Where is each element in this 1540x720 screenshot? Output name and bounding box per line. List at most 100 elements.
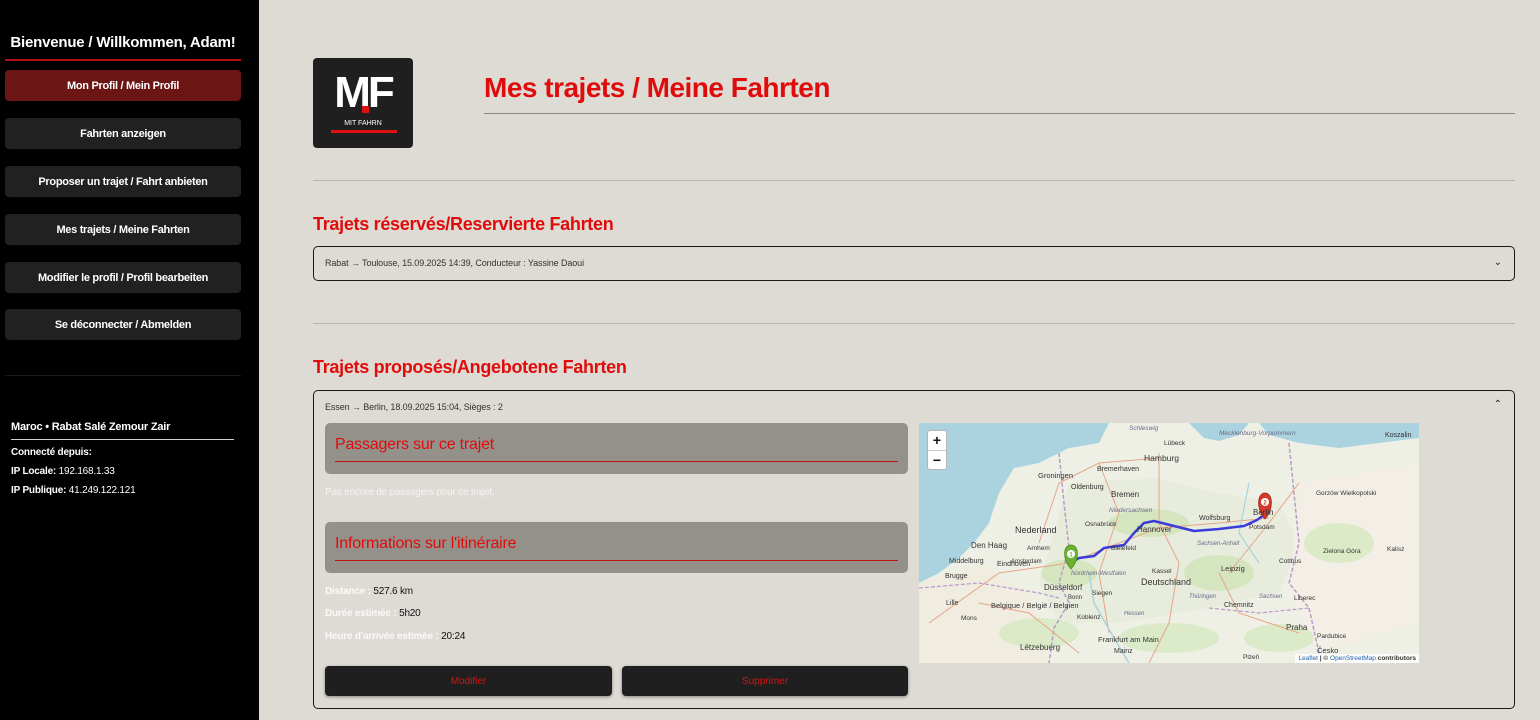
nav-show-rides-button[interactable]: Fahrten anzeigen (5, 118, 241, 149)
svg-text:Brugge: Brugge (945, 573, 968, 580)
svg-text:Mons: Mons (961, 615, 978, 622)
ip-local-line: IP Locale: 192.168.1.33 (11, 466, 115, 477)
route-map[interactable]: 1 2 Schleswig Lübeck Mecklenburg-Vorpomm… (919, 423, 1419, 663)
ip-public-line: IP Publique: 41.249.122.121 (11, 485, 136, 496)
nav-my-rides-button[interactable]: Mes trajets / Meine Fahrten (5, 214, 241, 245)
map-tiles: 1 2 Schleswig Lübeck Mecklenburg-Vorpomm… (919, 423, 1419, 663)
nav-my-profile-button[interactable]: Mon Profil / Mein Profil (5, 70, 241, 101)
zoom-in-button[interactable]: + (928, 431, 946, 450)
title-underline (484, 113, 1515, 114)
delete-ride-button[interactable]: Supprimer (622, 666, 908, 696)
svg-text:Amsterdam: Amsterdam (1011, 559, 1042, 565)
svg-text:Hannover: Hannover (1137, 525, 1172, 534)
reserved-rides-heading: Trajets réservés/Reservierte Fahrten (313, 214, 614, 234)
svg-text:Plzeň: Plzeň (1243, 654, 1260, 661)
route-info-panel: Informations sur l'itinéraire (325, 522, 908, 573)
passengers-panel: Passagers sur ce trajet (325, 423, 908, 474)
svg-text:Kassel: Kassel (1152, 568, 1172, 575)
svg-text:Kalisz: Kalisz (1387, 546, 1404, 553)
svg-text:Bielefeld: Bielefeld (1111, 545, 1136, 552)
passengers-title: Passagers sur ce trajet (335, 436, 495, 453)
svg-text:Middelburg: Middelburg (949, 558, 984, 565)
sidebar-divider (5, 375, 241, 376)
svg-text:Niedersachsen: Niedersachsen (1109, 507, 1153, 514)
arrival-label: Heure d'arrivée estimée : (325, 631, 439, 642)
svg-text:Potsdam: Potsdam (1249, 524, 1275, 531)
duration-value: 5h20 (399, 608, 421, 619)
svg-text:Bonn: Bonn (1068, 595, 1082, 601)
osm-link[interactable]: OpenStreetMap (1330, 655, 1376, 662)
svg-text:Bremen: Bremen (1111, 490, 1139, 499)
svg-text:Deutschland: Deutschland (1141, 577, 1191, 587)
nav-edit-profile-button[interactable]: Modifier le profil / Profil bearbeiten (5, 262, 241, 293)
reserved-ride-accordion[interactable]: Rabat → Toulouse, 15.09.2025 14:39, Cond… (313, 246, 1515, 281)
route-info-title: Informations sur l'itinéraire (335, 535, 517, 552)
svg-text:Zielona Góra: Zielona Góra (1323, 548, 1361, 555)
arrival-row: Heure d'arrivée estimée : 20:24 (325, 631, 465, 642)
arrival-value: 20:24 (441, 631, 466, 642)
svg-text:Belgique / België / Belgien: Belgique / België / Belgien (991, 601, 1079, 610)
nav-offer-ride-button[interactable]: Proposer un trajet / Fahrt anbieten (5, 166, 241, 197)
svg-text:Lübeck: Lübeck (1164, 440, 1186, 447)
svg-text:Mecklenburg-Vorpommern: Mecklenburg-Vorpommern (1219, 430, 1296, 437)
svg-text:Pardubice: Pardubice (1317, 633, 1347, 640)
app-logo: MF MIT FAHRN (313, 58, 413, 148)
svg-text:Oldenburg: Oldenburg (1071, 484, 1104, 491)
leaflet-link[interactable]: Leaflet (1298, 655, 1318, 662)
svg-text:Hamburg: Hamburg (1144, 453, 1179, 463)
location-label: Maroc • Rabat Salé Zemour Zair (11, 421, 171, 433)
svg-text:Bremerhaven: Bremerhaven (1097, 466, 1139, 473)
svg-text:Liberec: Liberec (1294, 595, 1316, 602)
svg-text:Hessen: Hessen (1124, 611, 1145, 617)
svg-text:Siegen: Siegen (1092, 590, 1113, 597)
edit-ride-button[interactable]: Modifier (325, 666, 612, 696)
svg-text:Arnhem: Arnhem (1027, 545, 1050, 552)
distance-value: 527.6 km (373, 586, 413, 597)
duration-row: Durée estimée : 5h20 (325, 608, 421, 619)
svg-text:Praha: Praha (1286, 623, 1308, 632)
svg-text:Chemnitz: Chemnitz (1224, 602, 1254, 609)
svg-text:Leipzig: Leipzig (1221, 564, 1245, 573)
svg-text:Koblenz: Koblenz (1077, 614, 1101, 621)
svg-text:Wolfsburg: Wolfsburg (1199, 515, 1230, 522)
svg-text:Lëtzebuerg: Lëtzebuerg (1020, 643, 1060, 652)
svg-text:Den Haag: Den Haag (971, 541, 1007, 550)
route-info-title-underline (335, 560, 898, 561)
logo-subtitle: MIT FAHRN (344, 120, 382, 127)
map-attribution: Leaflet | © OpenStreetMap contributors (1295, 654, 1419, 663)
section-divider (313, 180, 1515, 181)
svg-text:Cottbus: Cottbus (1279, 558, 1302, 565)
distance-row: Distance : 527.6 km (325, 586, 413, 597)
svg-text:Nordrhein-Westfalen: Nordrhein-Westfalen (1071, 571, 1127, 577)
svg-text:Groningen: Groningen (1038, 471, 1073, 480)
ip-local-label: IP Locale: (11, 466, 57, 477)
duration-label: Durée estimée : (325, 608, 397, 619)
map-zoom-control: + − (927, 430, 947, 470)
welcome-divider (5, 59, 241, 61)
chevron-up-icon[interactable]: ⌃ (1494, 399, 1502, 410)
proposed-ride-summary[interactable]: Essen → Berlin, 18.09.2025 15:04, Sièges… (325, 402, 503, 412)
ip-public-value: 41.249.122.121 (68, 485, 136, 496)
svg-text:Berlin: Berlin (1253, 508, 1273, 517)
section-divider (313, 323, 1515, 324)
sidebar: Bienvenue / Willkommen, Adam! Mon Profil… (0, 0, 259, 720)
svg-text:Osnabrück: Osnabrück (1085, 521, 1117, 528)
logo-bar (331, 130, 397, 133)
logo-dot (362, 106, 369, 113)
nav-logout-button[interactable]: Se déconnecter / Abmelden (5, 309, 241, 340)
no-passengers-text: Pas encore de passagers pour ce trajet. (325, 487, 495, 498)
welcome-heading: Bienvenue / Willkommen, Adam! (10, 34, 236, 51)
svg-text:Lille: Lille (946, 600, 959, 607)
ip-public-label: IP Publique: (11, 485, 67, 496)
svg-text:Koszalin: Koszalin (1385, 432, 1412, 439)
svg-text:Nederland: Nederland (1015, 525, 1057, 535)
zoom-out-button[interactable]: − (928, 450, 946, 469)
svg-text:Thüringen: Thüringen (1189, 594, 1217, 600)
svg-text:Mainz: Mainz (1114, 648, 1133, 655)
svg-text:Sachsen-Anhalt: Sachsen-Anhalt (1197, 541, 1240, 547)
chevron-down-icon[interactable]: ⌄ (1494, 257, 1502, 268)
ip-local-value: 192.168.1.33 (58, 466, 115, 477)
svg-text:Schleswig: Schleswig (1129, 425, 1159, 432)
svg-text:Düsseldorf: Düsseldorf (1044, 583, 1083, 592)
proposed-rides-heading: Trajets proposés/Angebotene Fahrten (313, 357, 627, 377)
